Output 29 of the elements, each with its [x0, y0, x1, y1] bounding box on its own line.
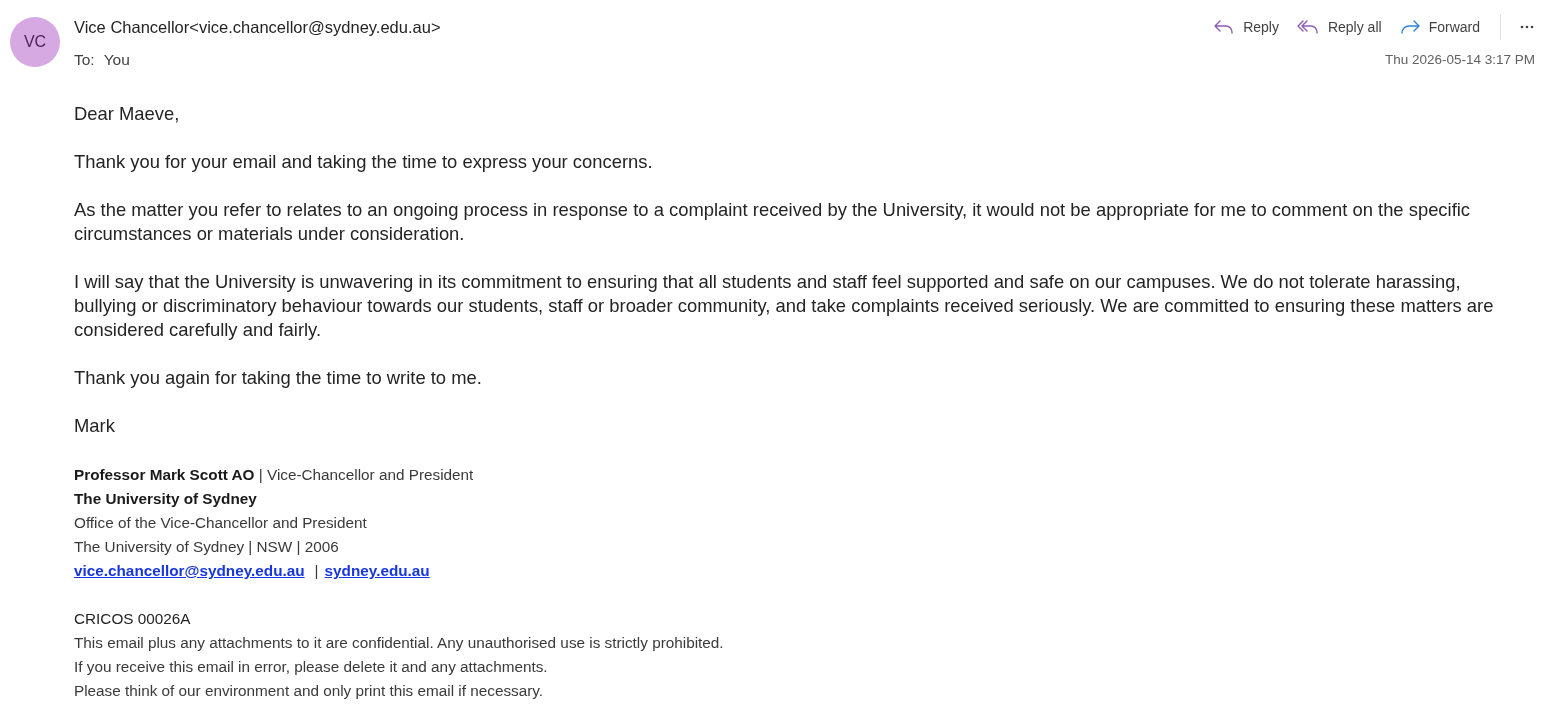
link-separator: | [314, 561, 319, 581]
sender-name: Vice Chancellor<vice.chancellor@sydney.edu.au> [74, 17, 441, 37]
disclaimer-line: CRICOS 00026A [74, 609, 192, 629]
recipient-name: You [103, 50, 130, 70]
disclaimer-line: Please think of our environment and only print this email if necessary. [74, 681, 545, 701]
signature-address: Office of the Vice-Chancellor and President [74, 513, 368, 533]
signature-link[interactable]: sydney.edu.au [324, 559, 430, 583]
disclaimer-line: If you receive this email in error, please delete it and any attachments. [74, 657, 549, 677]
reply-icon [1214, 20, 1235, 34]
reply-button[interactable]: Reply [1206, 15, 1287, 39]
more-icon [1520, 25, 1534, 29]
message-paragraph: Thank you for your email and taking the time to express your concerns. [74, 150, 654, 174]
message-paragraph: Thank you again for taking the time to write to me. [74, 366, 483, 390]
message-paragraph: I will say that the University is unwavering in its commitment to ensuring that all students and staff feel supported and safe on our campuses. We do not tolerate harassing, bullying or discriminatory behaviour towards our students, staff or broader community, and take complaints received seriously. We are committed to ensuring these matters are considered carefully and fairly. [74, 270, 1495, 342]
signature-title: Professor Mark Scott AO | Vice-Chancellor and President [74, 465, 475, 485]
to-label: To: [74, 50, 95, 70]
signature-link[interactable]: vice.chancellor@sydney.edu.au [74, 559, 305, 583]
signature-address: The University of Sydney | NSW | 2006 [74, 537, 340, 557]
signature-organisation: The University of Sydney [74, 489, 258, 509]
forward-button[interactable]: Forward [1391, 15, 1488, 39]
avatar: VC [10, 17, 60, 67]
message-paragraph: Mark [74, 414, 116, 438]
reply-all-icon [1296, 20, 1319, 34]
message-paragraph: As the matter you refer to relates to an ongoing process in response to a complaint received by the University, it would not be appropriate for me to comment on the specific circumstances or materials under consideration. [74, 198, 1472, 246]
sent-date: Thu 2026-05-14 3:17 PM [1384, 51, 1535, 69]
forward-icon [1399, 20, 1420, 34]
reply-all-button[interactable]: Reply all [1288, 15, 1390, 39]
message-paragraph: Dear Maeve, [74, 102, 181, 126]
disclaimer-line: This email plus any attachments to it are confidential. Any unauthorised use is strictly prohibited. [74, 633, 725, 653]
